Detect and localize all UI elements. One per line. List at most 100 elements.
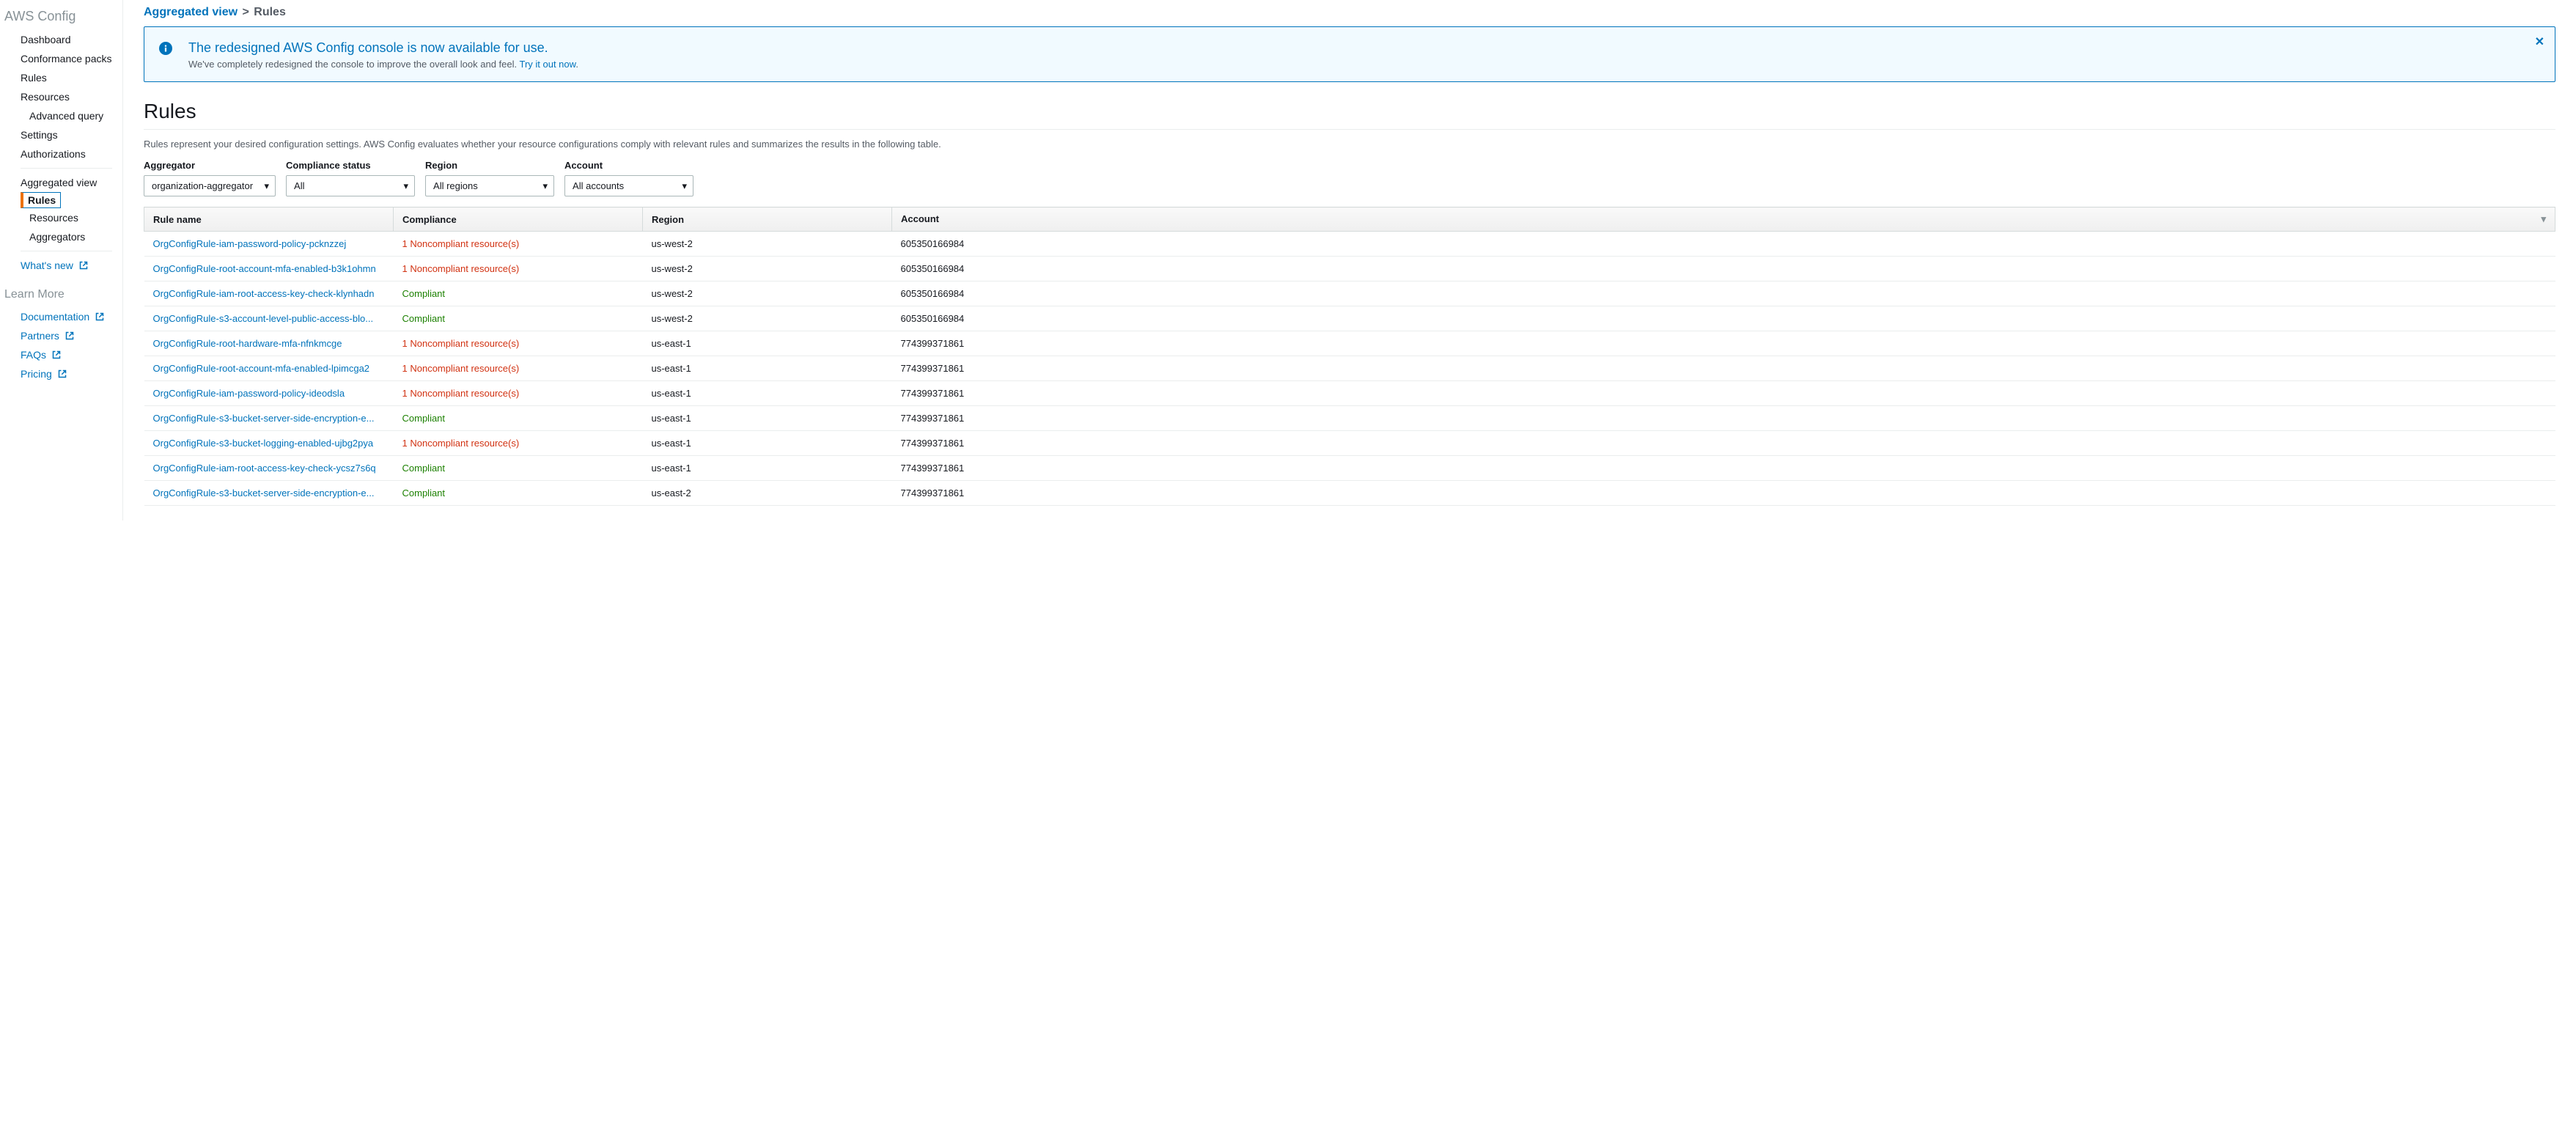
external-link-icon	[95, 312, 104, 321]
table-row: OrgConfigRule-root-hardware-mfa-nfnkmcge…	[144, 331, 2555, 356]
cell-region: us-west-2	[643, 282, 892, 306]
banner-title: The redesigned AWS Config console is now…	[188, 40, 578, 56]
cell-rule-name: OrgConfigRule-iam-root-access-key-check-…	[144, 456, 394, 481]
rule-link[interactable]: OrgConfigRule-root-account-mfa-enabled-l…	[153, 363, 370, 374]
sidebar-item[interactable]: Rules	[21, 192, 61, 208]
main-content: Aggregated view > Rules The redesigned A…	[123, 0, 2576, 520]
col-account[interactable]: Account▾	[892, 207, 2555, 232]
cell-account: 774399371861	[892, 431, 2555, 456]
cell-compliance: Compliant	[394, 406, 643, 431]
cell-region: us-east-1	[643, 356, 892, 381]
compliance-status: 1 Noncompliant resource(s)	[402, 263, 520, 274]
table-row: OrgConfigRule-iam-root-access-key-check-…	[144, 456, 2555, 481]
page-title: Rules	[144, 100, 2555, 123]
learn-link[interactable]: Documentation	[21, 311, 104, 323]
sidebar-item[interactable]: Settings	[0, 125, 122, 144]
cell-rule-name: OrgConfigRule-iam-root-access-key-check-…	[144, 282, 394, 306]
sidebar-item[interactable]: Authorizations	[0, 144, 122, 163]
account-select[interactable]: All accounts ▾	[564, 175, 693, 196]
sidebar-item[interactable]: Resources	[0, 87, 122, 106]
external-link-icon	[79, 261, 88, 270]
aggregator-select[interactable]: organization-aggregator ▾	[144, 175, 276, 196]
rule-link[interactable]: OrgConfigRule-iam-password-policy-ideods…	[153, 388, 345, 399]
sidebar-item[interactable]: FAQs	[0, 345, 122, 364]
compliance-status: 1 Noncompliant resource(s)	[402, 338, 520, 349]
whats-new-link[interactable]: What's new	[21, 260, 88, 271]
table-row: OrgConfigRule-root-account-mfa-enabled-l…	[144, 356, 2555, 381]
caret-down-icon: ▾	[404, 180, 409, 192]
cell-account: 774399371861	[892, 331, 2555, 356]
learn-link[interactable]: Partners	[21, 330, 74, 342]
compliance-status: Compliant	[402, 313, 446, 324]
external-link-icon	[65, 331, 74, 340]
compliance-select[interactable]: All ▾	[286, 175, 415, 196]
banner-try-link[interactable]: Try it out now	[519, 59, 575, 70]
cell-region: us-west-2	[643, 306, 892, 331]
sidebar-item-whats-new[interactable]: What's new	[0, 256, 122, 275]
cell-rule-name: OrgConfigRule-root-account-mfa-enabled-l…	[144, 356, 394, 381]
cell-account: 774399371861	[892, 456, 2555, 481]
cell-compliance: 1 Noncompliant resource(s)	[394, 381, 643, 406]
breadcrumb-link-aggregated-view[interactable]: Aggregated view	[144, 6, 238, 18]
cell-region: us-east-1	[643, 456, 892, 481]
sidebar-item[interactable]: Rules	[0, 68, 122, 87]
region-select[interactable]: All regions ▾	[425, 175, 554, 196]
rule-link[interactable]: OrgConfigRule-s3-bucket-server-side-encr…	[153, 413, 375, 424]
rule-link[interactable]: OrgConfigRule-iam-root-access-key-check-…	[153, 463, 376, 474]
caret-down-icon: ▾	[543, 180, 548, 192]
col-region[interactable]: Region	[643, 207, 892, 232]
cell-rule-name: OrgConfigRule-root-account-mfa-enabled-b…	[144, 257, 394, 282]
cell-account: 774399371861	[892, 381, 2555, 406]
rule-link[interactable]: OrgConfigRule-s3-bucket-logging-enabled-…	[153, 438, 374, 449]
cell-account: 774399371861	[892, 481, 2555, 506]
table-row: OrgConfigRule-iam-root-access-key-check-…	[144, 282, 2555, 306]
filter-compliance: Compliance status All ▾	[286, 160, 415, 196]
sidebar-item[interactable]: Conformance packs	[0, 49, 122, 68]
sidebar-item[interactable]: Pricing	[0, 364, 122, 383]
divider	[144, 129, 2555, 130]
info-icon	[159, 42, 172, 57]
rule-link[interactable]: OrgConfigRule-s3-account-level-public-ac…	[153, 313, 374, 324]
table-row: OrgConfigRule-s3-bucket-server-side-encr…	[144, 406, 2555, 431]
cell-rule-name: OrgConfigRule-iam-password-policy-pcknzz…	[144, 232, 394, 257]
rule-link[interactable]: OrgConfigRule-iam-root-access-key-check-…	[153, 288, 375, 299]
rule-link[interactable]: OrgConfigRule-s3-bucket-server-side-encr…	[153, 487, 375, 498]
cell-region: us-west-2	[643, 232, 892, 257]
rule-link[interactable]: OrgConfigRule-root-hardware-mfa-nfnkmcge	[153, 338, 342, 349]
sidebar-item[interactable]: Partners	[0, 326, 122, 345]
rule-link[interactable]: OrgConfigRule-root-account-mfa-enabled-b…	[153, 263, 376, 274]
sidebar-item[interactable]: Aggregated view	[0, 173, 122, 192]
sidebar-whats-new: What's new	[0, 256, 122, 275]
cell-compliance: Compliant	[394, 306, 643, 331]
cell-account: 605350166984	[892, 282, 2555, 306]
breadcrumb-separator: >	[240, 6, 250, 18]
sidebar-item[interactable]: Advanced query	[0, 106, 122, 125]
cell-region: us-east-1	[643, 431, 892, 456]
table-row: OrgConfigRule-s3-account-level-public-ac…	[144, 306, 2555, 331]
learn-link[interactable]: Pricing	[21, 368, 67, 380]
col-compliance[interactable]: Compliance	[394, 207, 643, 232]
cell-rule-name: OrgConfigRule-root-hardware-mfa-nfnkmcge	[144, 331, 394, 356]
cell-region: us-east-2	[643, 481, 892, 506]
sidebar-item[interactable]: Documentation	[0, 307, 122, 326]
learn-link[interactable]: FAQs	[21, 349, 61, 361]
sidebar-item[interactable]: Aggregators	[0, 227, 122, 246]
close-icon[interactable]: ✕	[2535, 34, 2544, 49]
banner-content: The redesigned AWS Config console is now…	[188, 40, 578, 70]
rules-table: Rule name Compliance Region Account▾ Org…	[144, 207, 2555, 506]
sidebar-item[interactable]: Resources	[0, 208, 122, 227]
cell-account: 605350166984	[892, 306, 2555, 331]
caret-down-icon: ▾	[682, 180, 688, 192]
compliance-status: Compliant	[402, 413, 446, 424]
cell-region: us-west-2	[643, 257, 892, 282]
filter-label: Account	[564, 160, 693, 171]
learn-more-heading: Learn More	[0, 275, 122, 307]
rule-link[interactable]: OrgConfigRule-iam-password-policy-pcknzz…	[153, 238, 347, 249]
col-rule-name[interactable]: Rule name	[144, 207, 394, 232]
external-link-icon	[52, 350, 61, 359]
cell-compliance: Compliant	[394, 481, 643, 506]
rules-description: Rules represent your desired configurati…	[144, 139, 2555, 150]
sidebar-item[interactable]: Dashboard	[0, 30, 122, 49]
cell-region: us-east-1	[643, 381, 892, 406]
info-banner: The redesigned AWS Config console is now…	[144, 26, 2555, 82]
